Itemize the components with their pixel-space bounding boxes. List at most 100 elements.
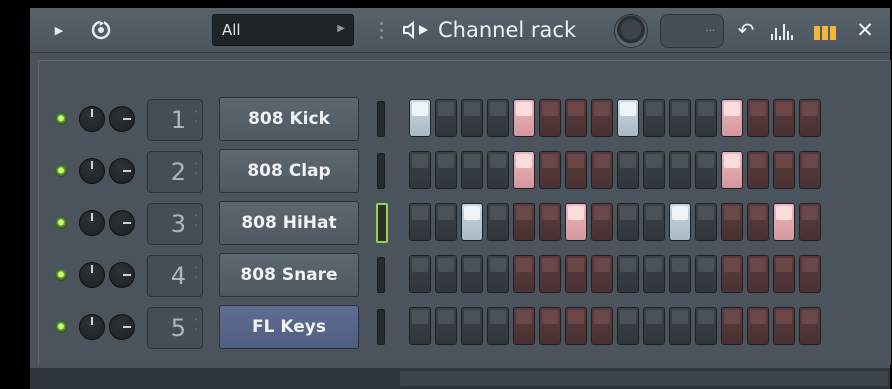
channel-mixer-track-field[interactable]: 3 ˄ ˅ xyxy=(147,203,203,245)
step-button[interactable] xyxy=(747,307,769,345)
step-button[interactable] xyxy=(409,307,431,345)
step-button[interactable] xyxy=(591,307,613,345)
vertical-dots-icon[interactable] xyxy=(376,18,386,42)
channel-pan-knob[interactable] xyxy=(109,106,135,132)
step-button[interactable] xyxy=(487,307,509,345)
step-button[interactable] xyxy=(617,151,639,189)
channel-name-button[interactable]: FL Keys xyxy=(219,305,359,349)
step-button[interactable] xyxy=(773,255,795,293)
step-button[interactable] xyxy=(773,203,795,241)
step-button[interactable] xyxy=(669,307,691,345)
step-button[interactable] xyxy=(409,255,431,293)
step-button[interactable] xyxy=(409,203,431,241)
step-button[interactable] xyxy=(539,151,561,189)
step-button[interactable] xyxy=(461,151,483,189)
step-button[interactable] xyxy=(513,307,535,345)
step-button[interactable] xyxy=(669,255,691,293)
channel-pan-knob[interactable] xyxy=(109,262,135,288)
step-button[interactable] xyxy=(695,307,717,345)
step-button[interactable] xyxy=(669,203,691,241)
speaker-icon[interactable] xyxy=(402,20,432,40)
step-button[interactable] xyxy=(617,203,639,241)
step-button[interactable] xyxy=(565,307,587,345)
step-button[interactable] xyxy=(435,99,457,137)
step-button[interactable] xyxy=(513,99,535,137)
channel-mute-led[interactable] xyxy=(55,113,67,125)
step-button[interactable] xyxy=(643,151,665,189)
step-button[interactable] xyxy=(617,255,639,293)
step-button[interactable] xyxy=(643,99,665,137)
step-button[interactable] xyxy=(643,203,665,241)
step-button[interactable] xyxy=(721,151,743,189)
step-button[interactable] xyxy=(695,203,717,241)
step-button[interactable] xyxy=(643,307,665,345)
step-button[interactable] xyxy=(565,151,587,189)
step-button[interactable] xyxy=(461,307,483,345)
step-button[interactable] xyxy=(539,255,561,293)
step-button[interactable] xyxy=(513,203,535,241)
channel-name-button[interactable]: 808 Clap xyxy=(219,149,359,193)
swing-knob[interactable] xyxy=(614,14,648,48)
step-button[interactable] xyxy=(435,307,457,345)
step-button[interactable] xyxy=(799,99,821,137)
step-button[interactable] xyxy=(773,99,795,137)
step-button[interactable] xyxy=(721,99,743,137)
step-button[interactable] xyxy=(539,99,561,137)
graph-editor-icon[interactable] xyxy=(768,22,796,40)
step-button[interactable] xyxy=(747,255,769,293)
channel-filter-select[interactable]: All ▶ xyxy=(212,14,354,46)
step-button[interactable] xyxy=(695,255,717,293)
undo-icon[interactable]: ↶ xyxy=(736,18,756,42)
step-sequencer-view-icon[interactable] xyxy=(812,22,838,40)
channel-mixer-track-field[interactable]: 1 ˄ ˅ xyxy=(147,99,203,141)
step-button[interactable] xyxy=(591,203,613,241)
channel-name-button[interactable]: 808 Snare xyxy=(219,253,359,297)
channel-volume-knob[interactable] xyxy=(79,210,105,236)
step-button[interactable] xyxy=(773,307,795,345)
step-button[interactable] xyxy=(461,99,483,137)
step-button[interactable] xyxy=(487,255,509,293)
step-button[interactable] xyxy=(435,203,457,241)
channel-select-indicator[interactable] xyxy=(377,257,385,293)
channel-volume-knob[interactable] xyxy=(79,106,105,132)
step-button[interactable] xyxy=(513,151,535,189)
channel-mixer-track-field[interactable]: 2 ˄ ˅ xyxy=(147,151,203,193)
step-button[interactable] xyxy=(695,99,717,137)
step-button[interactable] xyxy=(591,99,613,137)
step-button[interactable] xyxy=(669,99,691,137)
channel-name-button[interactable]: 808 HiHat xyxy=(219,201,359,245)
channel-mixer-track-field[interactable]: 5 ˄ ˅ xyxy=(147,307,203,349)
swing-value-field[interactable]: ··· xyxy=(660,14,724,48)
channel-select-indicator[interactable] xyxy=(377,153,385,189)
step-button[interactable] xyxy=(669,151,691,189)
channel-mute-led[interactable] xyxy=(55,217,67,229)
step-button[interactable] xyxy=(539,307,561,345)
close-icon[interactable]: ✕ xyxy=(852,16,878,44)
channel-mute-led[interactable] xyxy=(55,165,67,177)
channel-mute-led[interactable] xyxy=(55,269,67,281)
scrollbar-thumb[interactable] xyxy=(400,371,888,386)
step-button[interactable] xyxy=(747,151,769,189)
step-button[interactable] xyxy=(539,203,561,241)
step-button[interactable] xyxy=(721,255,743,293)
step-button[interactable] xyxy=(617,99,639,137)
step-button[interactable] xyxy=(695,151,717,189)
channel-pan-knob[interactable] xyxy=(109,210,135,236)
step-button[interactable] xyxy=(409,99,431,137)
step-button[interactable] xyxy=(565,255,587,293)
step-button[interactable] xyxy=(799,307,821,345)
step-button[interactable] xyxy=(773,151,795,189)
step-button[interactable] xyxy=(513,255,535,293)
step-button[interactable] xyxy=(799,151,821,189)
step-button[interactable] xyxy=(591,151,613,189)
step-button[interactable] xyxy=(565,203,587,241)
step-button[interactable] xyxy=(487,99,509,137)
step-button[interactable] xyxy=(487,203,509,241)
step-button[interactable] xyxy=(461,203,483,241)
channel-select-indicator[interactable] xyxy=(377,101,385,137)
step-button[interactable] xyxy=(617,307,639,345)
channel-pan-knob[interactable] xyxy=(109,158,135,184)
step-button[interactable] xyxy=(747,203,769,241)
channel-select-indicator[interactable] xyxy=(376,203,388,243)
step-button[interactable] xyxy=(435,255,457,293)
